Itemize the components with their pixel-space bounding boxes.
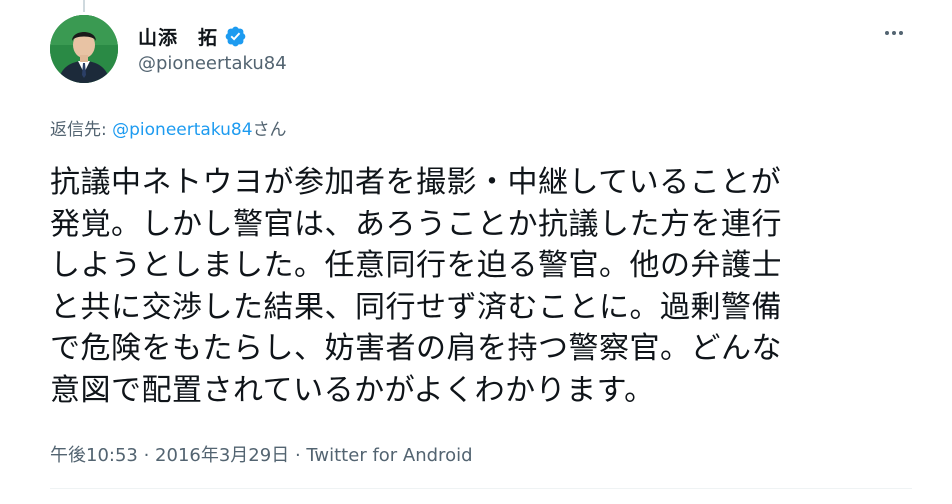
tweet-text-line: 意図で配置されているかがよくわかります。 xyxy=(50,372,655,408)
verified-badge-icon xyxy=(225,26,246,46)
tweet-text-line: と共に交渉した結果、同行せず済むことに。過剰警備 xyxy=(50,289,782,325)
author-names: 山添 拓 @pioneertaku84 xyxy=(138,23,287,74)
tweet-text-line: 発覚。しかし警官は、あろうことか抗議した方を連行 xyxy=(50,206,782,242)
tweet-text-line: で危険をもたらし、妨害者の肩を持つ警察官。どんな xyxy=(50,331,782,366)
tweet-text-line: しようとしました。任意同行を迫る警官。他の弁護士 xyxy=(50,248,782,283)
more-options-button[interactable] xyxy=(876,21,912,45)
divider xyxy=(50,488,912,489)
profile-photo xyxy=(50,15,118,83)
avatar[interactable] xyxy=(50,15,118,83)
tweet-text: 抗議中ネトウヨが参加者を撮影・中継していることが 発覚。しかし警官は、あろうこと… xyxy=(50,162,910,411)
tweet-date[interactable]: 2016年3月29日 xyxy=(155,445,289,466)
tweet-header: 山添 拓 @pioneertaku84 xyxy=(50,15,912,87)
more-dot-icon xyxy=(899,31,903,35)
more-dot-icon xyxy=(892,31,896,35)
display-name[interactable]: 山添 拓 xyxy=(138,23,218,50)
tweet-time[interactable]: 午後10:53 xyxy=(50,445,138,466)
meta-separator: · xyxy=(289,445,307,466)
author-handle[interactable]: @pioneertaku84 xyxy=(138,53,287,74)
tweet-source[interactable]: Twitter for Android xyxy=(306,445,472,466)
reply-to-mention[interactable]: @pioneertaku84 xyxy=(112,120,252,140)
meta-separator: · xyxy=(137,445,156,466)
reply-to-prefix: 返信先: xyxy=(50,120,113,140)
reply-to-line: 返信先: @pioneertaku84さん xyxy=(50,115,287,140)
tweet-text-line: 抗議中ネトウヨが参加者を撮影・中継していることが xyxy=(50,165,782,200)
tweet-metadata: 午後10:53 · 2016年3月29日 · Twitter for Andro… xyxy=(50,441,473,467)
more-dot-icon xyxy=(885,31,889,35)
reply-to-suffix: さん xyxy=(252,120,287,140)
thread-connector-line xyxy=(83,0,85,12)
